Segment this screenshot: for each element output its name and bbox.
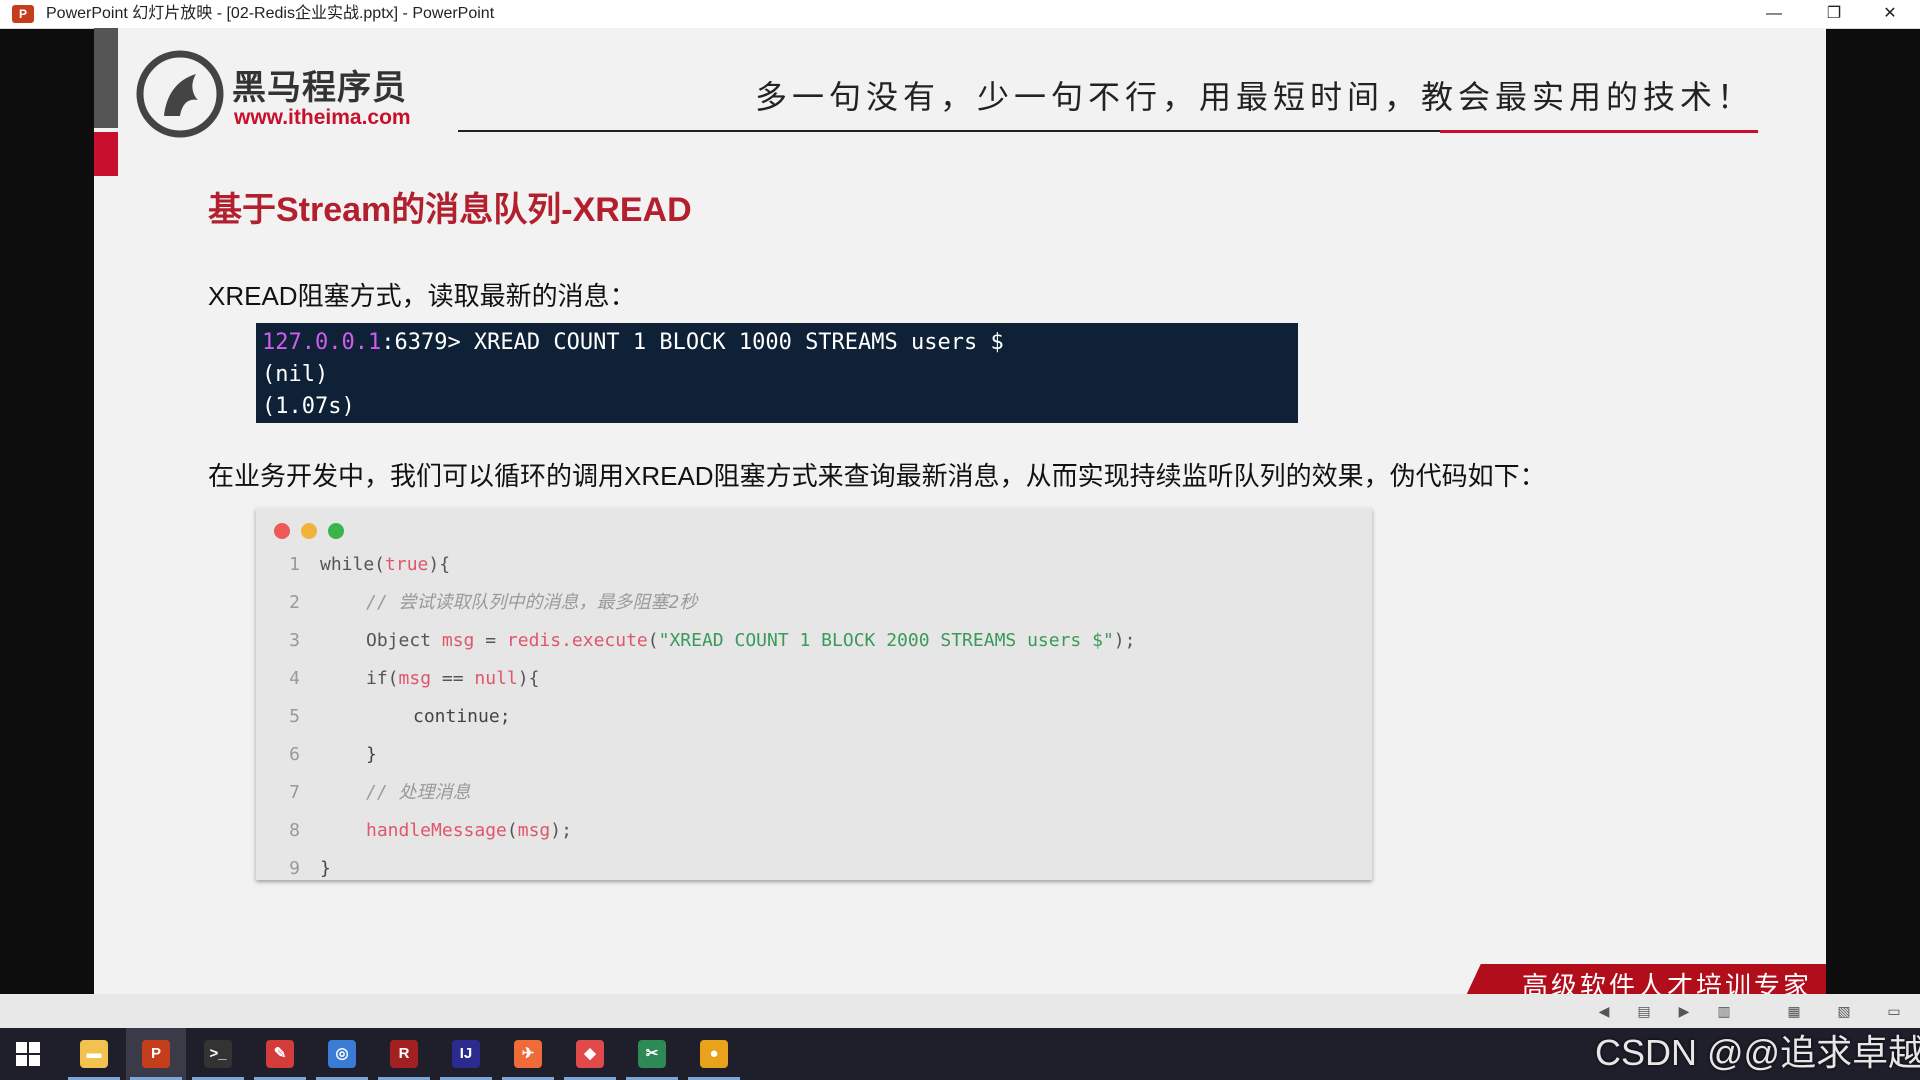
terminal-timing: (1.07s) <box>262 394 355 419</box>
code-text: while(true){ <box>320 554 451 575</box>
powerpoint-icon: P <box>12 5 34 23</box>
logo-text: 黑马程序员 <box>232 69 407 107</box>
line-number: 7 <box>289 782 300 803</box>
line-number: 6 <box>289 744 300 765</box>
taskbar-app-snipping-app[interactable]: ✂ <box>622 1028 682 1080</box>
code-comment: // 处理消息 <box>366 782 471 803</box>
code-line: 6} <box>256 736 1372 774</box>
browser-app-icon: ◎ <box>328 1040 356 1068</box>
code-line: 9} <box>256 850 1372 888</box>
close-button[interactable]: ✕ <box>1862 0 1918 28</box>
terminal-icon: >_ <box>204 1040 232 1068</box>
footer-banner-text: 高级软件人才培训专家 <box>1522 972 1813 994</box>
snipping-app-icon: ✂ <box>638 1040 666 1068</box>
line-number: 1 <box>289 554 300 575</box>
code-line: 8 handleMessage(msg); <box>256 812 1372 850</box>
line-number: 5 <box>289 706 300 727</box>
csdn-watermark: CSDN @@追求卓越 <box>1595 1032 1920 1073</box>
intellij-icon: IJ <box>452 1040 480 1068</box>
taskbar-app-terminal[interactable]: >_ <box>188 1028 248 1080</box>
terminal-command-line: 127.0.0.1:6379> XREAD COUNT 1 BLOCK 1000… <box>262 327 1292 359</box>
chrome-icon: ● <box>700 1040 728 1068</box>
slide-subtitle: XREAD阻塞方式，读取最新的消息： <box>208 281 636 311</box>
line-number: 4 <box>289 668 300 689</box>
powerpoint-icon: P <box>142 1040 170 1068</box>
code-text: continue; <box>413 706 511 727</box>
terminal-ip: 127.0.0.1 <box>262 330 382 355</box>
window-dot-yellow-icon <box>301 523 317 539</box>
line-number: 2 <box>289 592 300 613</box>
eraser-app-icon: ◆ <box>576 1040 604 1068</box>
taskbar-app-powerpoint[interactable]: P <box>126 1028 186 1080</box>
taskbar-app-chrome[interactable]: ● <box>684 1028 744 1080</box>
taskbar-app-browser-app[interactable]: ◎ <box>312 1028 372 1080</box>
previous-slide-icon[interactable]: ◀ <box>1594 1001 1614 1021</box>
code-line: 3 Object msg = redis.execute("XREAD COUNT… <box>256 622 1372 660</box>
next-slide-icon[interactable]: ▶ <box>1674 1001 1694 1021</box>
file-explorer-icon: ▬ <box>80 1040 108 1068</box>
taskbar-app-eraser-app[interactable]: ◆ <box>560 1028 620 1080</box>
slideshow-toolbar: ◀ ▤ ▶ ▥ ▦ ▧ ▭ <box>0 994 1920 1028</box>
line-number: 3 <box>289 630 300 651</box>
code-text: Object msg = redis.execute("XREAD COUNT … <box>366 630 1136 651</box>
side-bar-red <box>94 132 118 176</box>
code-line: 2 // 尝试读取队列中的消息，最多阻塞2秒 <box>256 584 1372 622</box>
side-bar-gray <box>94 28 118 128</box>
grid-view-icon[interactable]: ▦ <box>1784 1001 1804 1021</box>
code-block: 1 while(true){ 2 // 尝试读取队列中的消息，最多阻塞2秒 3 Obj… <box>256 508 1372 880</box>
code-text: } <box>366 744 377 765</box>
minimize-button[interactable]: — <box>1746 0 1802 28</box>
code-line: 5 continue; <box>256 698 1372 736</box>
reading-view-icon[interactable]: ▧ <box>1834 1001 1854 1021</box>
terminal-result: (nil) <box>262 362 329 387</box>
pen-app-icon: ✎ <box>266 1040 294 1068</box>
line-number: 8 <box>289 820 300 841</box>
header-divider-accent <box>1440 130 1758 133</box>
horse-logo-icon <box>136 50 224 138</box>
slide[interactable]: 黑马程序员 www.itheima.com 多一句没有，少一句不行，用最短时间，… <box>94 28 1826 994</box>
taskbar-app-pen-app[interactable]: ✎ <box>250 1028 310 1080</box>
postman-icon: ✈ <box>514 1040 542 1068</box>
code-lines: 1 while(true){ 2 // 尝试读取队列中的消息，最多阻塞2秒 3 Obj… <box>256 546 1372 888</box>
window-dot-green-icon <box>328 523 344 539</box>
taskbar-app-intellij[interactable]: IJ <box>436 1028 496 1080</box>
code-line: 1 while(true){ <box>256 546 1372 584</box>
slide-title: 基于Stream的消息队列-XREAD <box>208 191 692 229</box>
windows-start-icon[interactable] <box>16 1042 40 1066</box>
window-title: PowerPoint 幻灯片放映 - [02-Redis企业实战.pptx] -… <box>46 5 495 22</box>
slideshow-view-icon[interactable]: ▭ <box>1884 1001 1904 1021</box>
header-motto: 多一句没有，少一句不行，用最短时间，教会最实用的技术！ <box>754 78 1754 116</box>
code-text: } <box>320 858 331 879</box>
code-text: if(msg == null){ <box>366 668 540 689</box>
terminal-command: :6379> XREAD COUNT 1 BLOCK 1000 STREAMS … <box>381 330 1004 355</box>
title-bar: P PowerPoint 幻灯片放映 - [02-Redis企业实战.pptx]… <box>0 0 1920 29</box>
taskbar-app-redis-app[interactable]: R <box>374 1028 434 1080</box>
code-text: handleMessage(msg); <box>366 820 572 841</box>
taskbar-app-postman[interactable]: ✈ <box>498 1028 558 1080</box>
taskbar-app-file-explorer[interactable]: ▬ <box>64 1028 124 1080</box>
slide-sorter-icon[interactable]: ▤ <box>1634 1001 1654 1021</box>
itheima-logo: 黑马程序员 www.itheima.com <box>136 50 436 140</box>
code-line: 4 if(msg == null){ <box>256 660 1372 698</box>
code-line: 7 // 处理消息 <box>256 774 1372 812</box>
slide-paragraph: 在业务开发中，我们可以循环的调用XREAD阻塞方式来查询最新消息，从而实现持续监… <box>208 461 1546 491</box>
terminal-output: 127.0.0.1:6379> XREAD COUNT 1 BLOCK 1000… <box>256 323 1298 423</box>
window-dot-red-icon <box>274 523 290 539</box>
maximize-button[interactable]: ❐ <box>1806 0 1862 28</box>
line-number: 9 <box>289 858 300 879</box>
code-comment: // 尝试读取队列中的消息，最多阻塞2秒 <box>366 592 698 613</box>
redis-app-icon: R <box>390 1040 418 1068</box>
logo-url: www.itheima.com <box>234 106 411 129</box>
notes-view-icon[interactable]: ▥ <box>1714 1001 1734 1021</box>
